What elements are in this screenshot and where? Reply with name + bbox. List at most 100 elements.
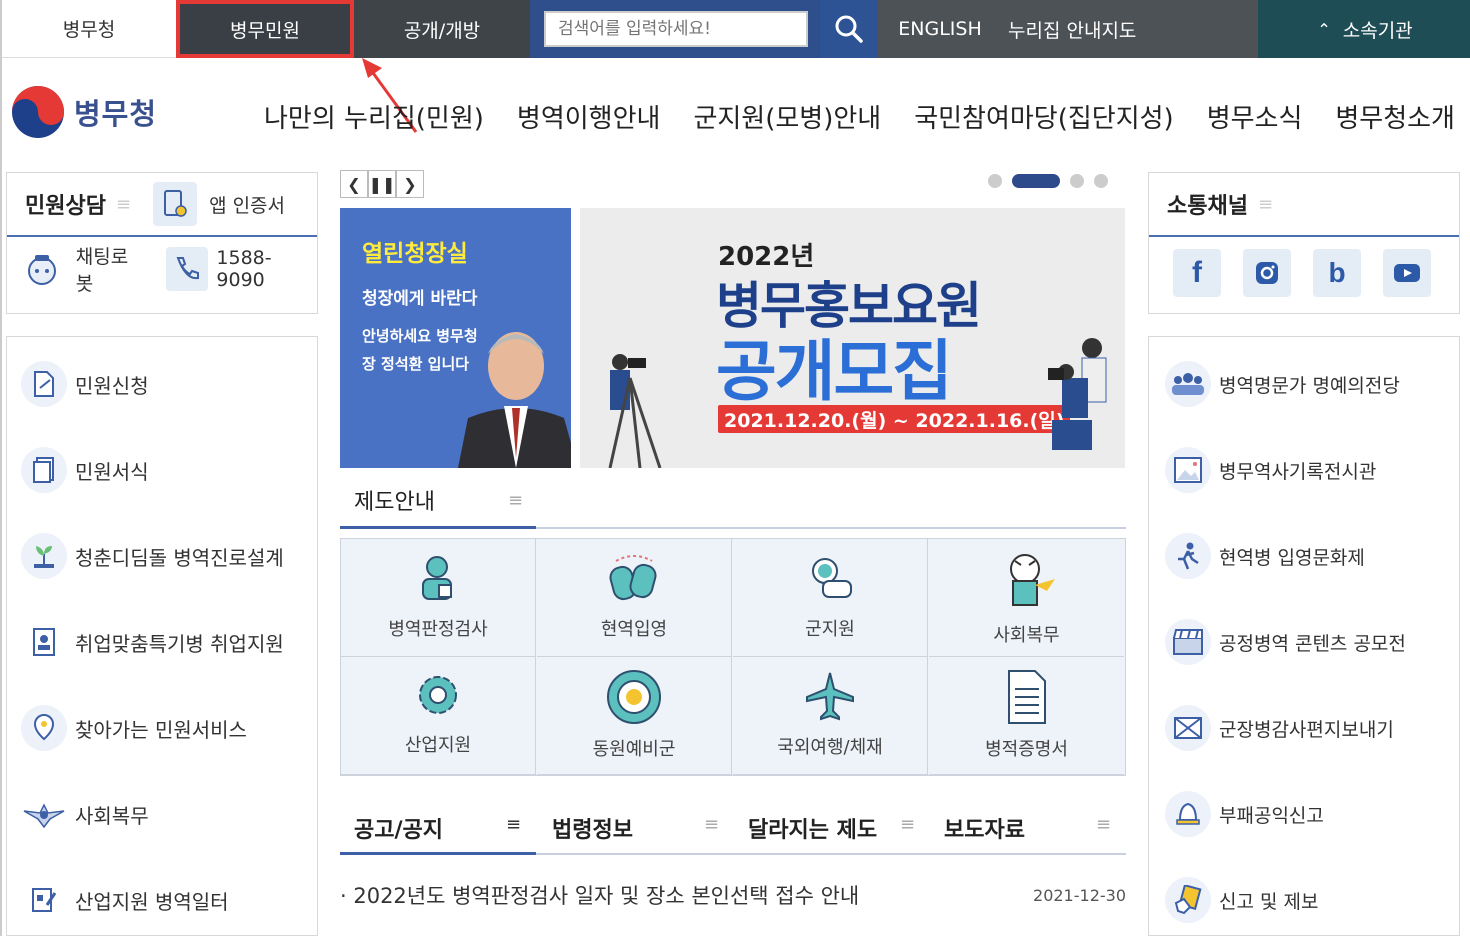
dog-tag-icon [609, 555, 657, 601]
top-bar: 병무청 병무민원 공개/개방 ENGLISH 누리집 안내지도 ⌃ 소속기관 [2, 0, 1470, 58]
tiger-mascot-icon [1009, 554, 1055, 606]
left-item-visit[interactable]: 찾아가는 민원서비스 [21, 703, 247, 753]
consult-panel: 민원상담 ≡ 앱 인증서 채팅로봇 1588-9090 [6, 172, 318, 314]
menu-icon[interactable]: ≡ [1258, 194, 1273, 215]
org-dropdown[interactable]: ⌃ 소속기관 [1258, 0, 1470, 58]
menu-icon[interactable]: ≡ [900, 814, 915, 835]
search-area [530, 0, 878, 58]
grid-item-reserve[interactable]: 동원예비군 [537, 657, 732, 775]
right-item-contest[interactable]: 공정병역 콘텐츠 공모전 [1165, 617, 1406, 667]
facebook-icon[interactable]: f [1173, 249, 1221, 297]
menu-icon[interactable]: ≡ [508, 490, 523, 511]
grid-item-industry[interactable]: 산업지원 [341, 657, 536, 775]
recruit-banner[interactable]: 2022년 병무홍보요원 공개모집 2021.12.20.(월) ~ 2022.… [580, 208, 1125, 468]
menu-icon[interactable]: ≡ [1096, 814, 1111, 835]
right-item-museum[interactable]: 병무역사기록전시관 [1165, 445, 1376, 495]
left-item-apply[interactable]: 민원신청 [21, 359, 149, 409]
jedo-title[interactable]: 제도안내 [354, 484, 435, 516]
chatbot-label[interactable]: 채팅로봇 [76, 242, 144, 296]
grid-label: 산업지원 [404, 735, 472, 756]
left-item-label: 사회복무 [75, 803, 149, 828]
right-item-culture[interactable]: 현역병 입영문화제 [1165, 531, 1365, 581]
grid-item-enlist[interactable]: 현역입영 [537, 539, 732, 657]
notice-title: · 2022년도 병역판정검사 일자 및 장소 본인선택 접수 안내 [340, 884, 860, 908]
slide-dot[interactable] [1094, 174, 1108, 188]
commissioner-banner[interactable]: 열린청장실 청장에게 바란다 안녕하세요 병무청장 정석환 입니다 [340, 208, 571, 468]
gear-icon [419, 676, 457, 714]
org-label: 소속기관 [1342, 19, 1413, 42]
right-item-hall-of-fame[interactable]: 병역명문가 명예의전당 [1165, 359, 1400, 409]
home-tab[interactable]: 병무청 [2, 0, 176, 58]
phone-number[interactable]: 1588-9090 [216, 247, 317, 291]
instagram-icon[interactable] [1243, 249, 1291, 297]
banner-left-title: 열린청장실 [362, 241, 468, 267]
commissioner-portrait [458, 332, 571, 468]
menu-icon[interactable]: ≡ [116, 194, 131, 215]
site-logo[interactable]: 병무청 [10, 84, 157, 140]
slide-dot-active[interactable] [1012, 174, 1060, 188]
minwon-tab[interactable]: 병무민원 [176, 0, 354, 58]
pause-button[interactable]: ❚❚ [368, 170, 396, 198]
tab-changes[interactable]: 달라지는 제도 [748, 800, 877, 856]
slider-controls: ❮ ❚❚ ❯ [340, 170, 424, 198]
left-item-industry[interactable]: 산업지원 병역일터 [21, 875, 229, 925]
grid-item-social-service[interactable]: 사회복무 [929, 539, 1124, 657]
left-item-social[interactable]: 사회복무 [21, 789, 149, 839]
slide-dot[interactable] [1070, 174, 1084, 188]
grid-item-overseas[interactable]: 국외여행/체재 [733, 657, 928, 775]
sitemap-link[interactable]: 누리집 안내지도 [1002, 0, 1258, 58]
search-input[interactable] [544, 11, 808, 47]
right-item-label: 신고 및 제보 [1219, 890, 1319, 913]
document-icon [21, 361, 67, 407]
tab-press[interactable]: 보도자료 [944, 800, 1025, 856]
menu-icon[interactable]: ≡ [704, 814, 719, 835]
right-item-report[interactable]: 신고 및 제보 [1165, 875, 1318, 925]
search-button[interactable] [820, 0, 878, 58]
blog-icon[interactable]: b [1313, 249, 1361, 297]
person-check-icon [422, 556, 452, 600]
slide-dot[interactable] [988, 174, 1002, 188]
app-cert-icon[interactable] [153, 182, 198, 226]
youtube-icon[interactable] [1383, 249, 1431, 297]
right-item-label: 공정병역 콘텐츠 공모전 [1219, 632, 1406, 655]
grid-label: 국외여행/체재 [777, 737, 883, 758]
slide-indicators [988, 174, 1118, 188]
next-slide-button[interactable]: ❯ [396, 170, 424, 198]
active-underline [340, 852, 536, 855]
nav-about[interactable]: 병무청소개 [1335, 98, 1455, 135]
taegeuk-logo-icon [12, 86, 64, 138]
notice-row[interactable]: · 2022년도 병역판정검사 일자 및 장소 본인선택 접수 안내 2021-… [340, 880, 1126, 910]
sns-panel: 소통채널 ≡ f b [1148, 172, 1460, 314]
left-item-forms[interactable]: 민원서식 [21, 445, 149, 495]
grid-item-certificate[interactable]: 병적증명서 [929, 657, 1124, 775]
menu-icon[interactable]: ≡ [506, 814, 521, 835]
grid-item-volunteer[interactable]: 군지원 [733, 539, 928, 657]
tab-notice[interactable]: 공고/공지 [354, 800, 443, 856]
nav-my-page[interactable]: 나만의 누리집(민원) [264, 98, 484, 135]
right-item-corruption[interactable]: 부패공익신고 [1165, 789, 1324, 839]
left-item-career[interactable]: 청춘디딤돌 병역진로설계 [21, 531, 284, 581]
nav-service-guide[interactable]: 병역이행안내 [517, 98, 661, 135]
tab-law[interactable]: 법령정보 [552, 800, 633, 856]
prev-slide-button[interactable]: ❮ [340, 170, 368, 198]
chatbot-icon[interactable] [21, 247, 64, 291]
english-link[interactable]: ENGLISH [878, 0, 1002, 58]
left-item-employment[interactable]: 취업맞춤특기병 취업지원 [21, 617, 284, 667]
group-icon [1165, 361, 1211, 407]
app-cert-label[interactable]: 앱 인증서 [209, 191, 285, 218]
grid-label: 병역판정검사 [388, 619, 488, 640]
left-item-label: 찾아가는 민원서비스 [75, 717, 247, 742]
right-item-letter[interactable]: 군장병감사편지보내기 [1165, 703, 1394, 753]
service-grid: 병역판정검사 현역입영 군지원 사회복무 산업지원 동원예비군 국외여행/체재 [340, 538, 1126, 776]
nav-news[interactable]: 병무소식 [1207, 98, 1303, 135]
right-item-label: 현역병 입영문화제 [1219, 546, 1365, 569]
left-quick-menu: 민원신청 민원서식 청춘디딤돌 병역진로설계 취업맞춤특기병 취업지원 찾아가는… [6, 336, 318, 936]
nav-recruit[interactable]: 군지원(모병)안내 [693, 98, 881, 135]
phone-icon [165, 247, 209, 291]
id-card-icon [21, 619, 67, 665]
document-lines-icon [1007, 670, 1046, 724]
open-tab[interactable]: 공개/개방 [354, 0, 530, 58]
grid-item-exam[interactable]: 병역판정검사 [341, 539, 536, 657]
search-person-icon [812, 558, 852, 598]
nav-participation[interactable]: 국민참여마당(집단지성) [914, 98, 1174, 135]
